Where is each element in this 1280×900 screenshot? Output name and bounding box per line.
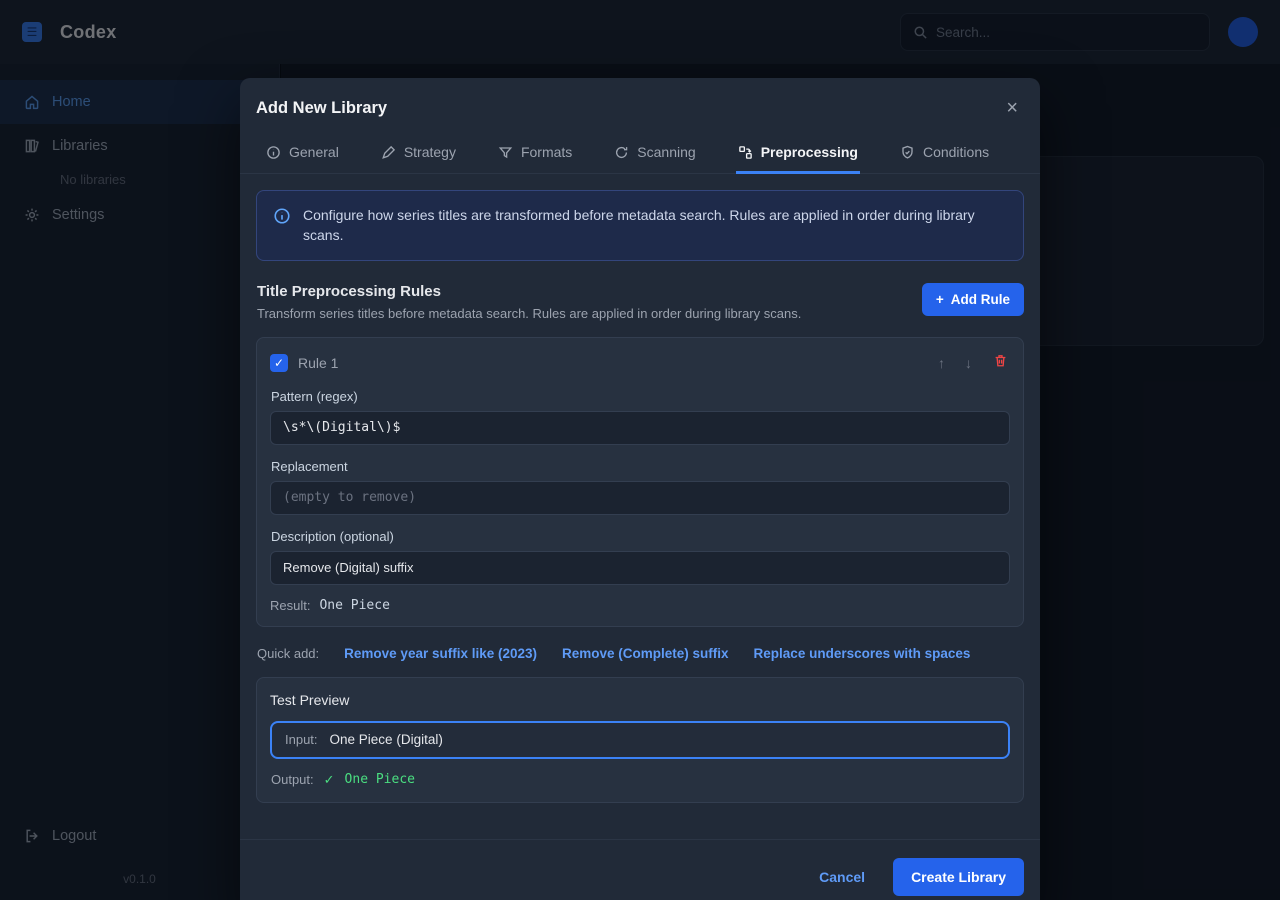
info-icon xyxy=(273,207,291,225)
create-library-button[interactable]: Create Library xyxy=(893,858,1024,896)
rule-card: ✓ Rule 1 ↑ ↓ Pattern (regex) Replacement… xyxy=(256,337,1024,627)
replacement-input[interactable] xyxy=(270,481,1010,515)
info-circle-icon xyxy=(266,145,281,160)
modal-title: Add New Library xyxy=(256,99,387,118)
move-rule-up-icon[interactable]: ↑ xyxy=(933,353,950,373)
shield-icon xyxy=(900,145,915,160)
info-banner: Configure how series titles are transfor… xyxy=(256,190,1024,261)
test-preview-card: Test Preview Input: Output: ✓ One Piece xyxy=(256,677,1024,803)
result-value: One Piece xyxy=(319,598,389,613)
add-rule-button[interactable]: + Add Rule xyxy=(922,283,1024,316)
test-input[interactable] xyxy=(330,732,995,747)
move-rule-down-icon[interactable]: ↓ xyxy=(960,353,977,373)
quick-add-year-suffix[interactable]: Remove year suffix like (2023) xyxy=(344,646,537,661)
check-icon: ✓ xyxy=(324,772,335,788)
info-text: Configure how series titles are transfor… xyxy=(303,205,1007,246)
pattern-label: Pattern (regex) xyxy=(271,389,1010,404)
test-preview-title: Test Preview xyxy=(270,692,1010,708)
description-label: Description (optional) xyxy=(271,529,1010,544)
test-output-value: One Piece xyxy=(345,772,415,787)
pattern-input[interactable] xyxy=(270,411,1010,445)
quick-add-row: Quick add: Remove year suffix like (2023… xyxy=(256,646,1024,661)
tab-strategy[interactable]: Strategy xyxy=(379,132,458,174)
test-input-label: Input: xyxy=(285,732,318,747)
replacement-label: Replacement xyxy=(271,459,1010,474)
tab-preprocessing[interactable]: Preprocessing xyxy=(736,132,860,174)
description-input[interactable] xyxy=(270,551,1010,585)
rule-enabled-checkbox[interactable]: ✓ xyxy=(270,354,288,372)
quick-add-complete-suffix[interactable]: Remove (Complete) suffix xyxy=(562,646,729,661)
tab-label: Conditions xyxy=(923,144,989,160)
tab-general[interactable]: General xyxy=(264,132,341,174)
section-title: Title Preprocessing Rules xyxy=(257,283,801,300)
plus-icon: + xyxy=(936,292,944,307)
test-input-field[interactable]: Input: xyxy=(270,721,1010,759)
tab-label: Preprocessing xyxy=(761,144,858,160)
quick-add-underscores[interactable]: Replace underscores with spaces xyxy=(754,646,971,661)
pencil-icon xyxy=(381,145,396,160)
quick-add-label: Quick add: xyxy=(257,646,319,661)
add-rule-label: Add Rule xyxy=(951,292,1010,307)
tab-formats[interactable]: Formats xyxy=(496,132,574,174)
rule-title: Rule 1 xyxy=(298,355,338,371)
replace-icon xyxy=(738,145,753,160)
tab-label: Scanning xyxy=(637,144,695,160)
tab-scanning[interactable]: Scanning xyxy=(612,132,697,174)
cancel-button[interactable]: Cancel xyxy=(807,861,877,893)
add-library-modal: Add New Library × General Strategy Forma… xyxy=(240,78,1040,900)
test-output-label: Output: xyxy=(271,772,314,787)
delete-rule-icon[interactable] xyxy=(987,351,1010,375)
tab-label: Strategy xyxy=(404,144,456,160)
section-subtitle: Transform series titles before metadata … xyxy=(257,306,801,321)
funnel-icon xyxy=(498,145,513,160)
close-icon[interactable]: × xyxy=(1000,96,1024,120)
modal-tabs: General Strategy Formats Scanning xyxy=(240,132,1040,174)
tab-label: General xyxy=(289,144,339,160)
result-label: Result: xyxy=(270,598,310,613)
refresh-icon xyxy=(614,145,629,160)
tab-conditions[interactable]: Conditions xyxy=(898,132,991,174)
tab-label: Formats xyxy=(521,144,572,160)
